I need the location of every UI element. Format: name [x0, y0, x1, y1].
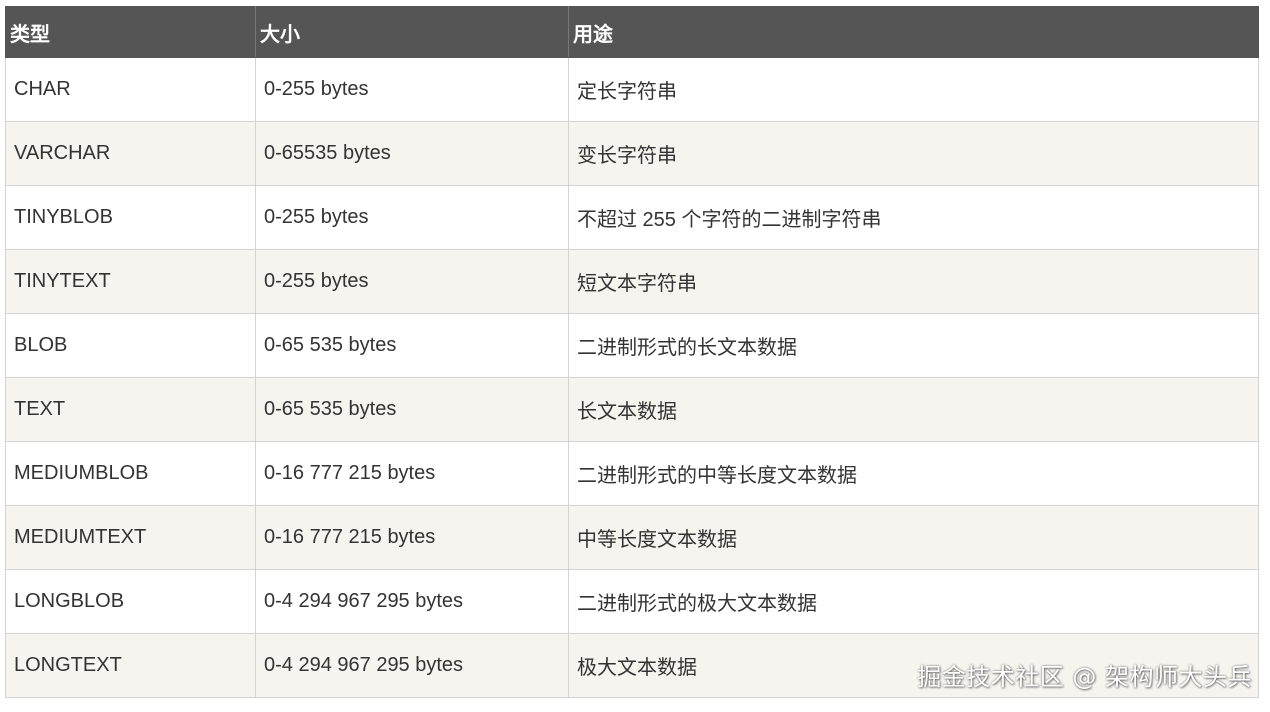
table-row: TINYBLOB 0-255 bytes 不超过 255 个字符的二进制字符串	[5, 185, 1259, 250]
cell-type: BLOB	[5, 313, 256, 378]
cell-type: MEDIUMTEXT	[5, 505, 256, 570]
cell-type: CHAR	[5, 57, 256, 122]
header-row: 类型 大小 用途	[5, 6, 1259, 58]
table-row: BLOB 0-65 535 bytes 二进制形式的长文本数据	[5, 313, 1259, 378]
header-usage: 用途	[568, 6, 1259, 58]
cell-usage: 变长字符串	[568, 121, 1259, 186]
watermark: 掘金技术社区 @ 架构师大头兵	[917, 663, 1252, 691]
cell-usage: 定长字符串	[568, 57, 1259, 122]
data-types-table: 类型 大小 用途 CHAR 0-255 bytes 定长字符串 VARCHAR …	[5, 6, 1259, 698]
cell-usage: 二进制形式的长文本数据	[568, 313, 1259, 378]
cell-type: MEDIUMBLOB	[5, 441, 256, 506]
cell-size: 0-16 777 215 bytes	[255, 441, 569, 506]
table-row: LONGBLOB 0-4 294 967 295 bytes 二进制形式的极大文…	[5, 569, 1259, 634]
cell-size: 0-4 294 967 295 bytes	[255, 633, 569, 698]
cell-usage: 不超过 255 个字符的二进制字符串	[568, 185, 1259, 250]
cell-usage: 中等长度文本数据	[568, 505, 1259, 570]
cell-type: LONGBLOB	[5, 569, 256, 634]
cell-type: TINYBLOB	[5, 185, 256, 250]
table-body: CHAR 0-255 bytes 定长字符串 VARCHAR 0-65535 b…	[5, 57, 1259, 698]
cell-size: 0-65 535 bytes	[255, 377, 569, 442]
cell-type: TINYTEXT	[5, 249, 256, 314]
cell-size: 0-255 bytes	[255, 249, 569, 314]
cell-type: LONGTEXT	[5, 633, 256, 698]
cell-size: 0-4 294 967 295 bytes	[255, 569, 569, 634]
header-type: 类型	[5, 6, 256, 58]
table-row: TINYTEXT 0-255 bytes 短文本字符串	[5, 249, 1259, 314]
table-row: MEDIUMBLOB 0-16 777 215 bytes 二进制形式的中等长度…	[5, 441, 1259, 506]
cell-size: 0-255 bytes	[255, 57, 569, 122]
cell-usage: 二进制形式的中等长度文本数据	[568, 441, 1259, 506]
cell-usage: 二进制形式的极大文本数据	[568, 569, 1259, 634]
cell-size: 0-255 bytes	[255, 185, 569, 250]
cell-size: 0-65 535 bytes	[255, 313, 569, 378]
header-size: 大小	[255, 6, 569, 58]
cell-size: 0-16 777 215 bytes	[255, 505, 569, 570]
cell-type: TEXT	[5, 377, 256, 442]
table-row: MEDIUMTEXT 0-16 777 215 bytes 中等长度文本数据	[5, 505, 1259, 570]
cell-type: VARCHAR	[5, 121, 256, 186]
cell-size: 0-65535 bytes	[255, 121, 569, 186]
table-header: 类型 大小 用途	[5, 6, 1259, 58]
cell-usage: 长文本数据	[568, 377, 1259, 442]
table-row: TEXT 0-65 535 bytes 长文本数据	[5, 377, 1259, 442]
table-row: VARCHAR 0-65535 bytes 变长字符串	[5, 121, 1259, 186]
cell-usage: 短文本字符串	[568, 249, 1259, 314]
table-row: CHAR 0-255 bytes 定长字符串	[5, 57, 1259, 122]
